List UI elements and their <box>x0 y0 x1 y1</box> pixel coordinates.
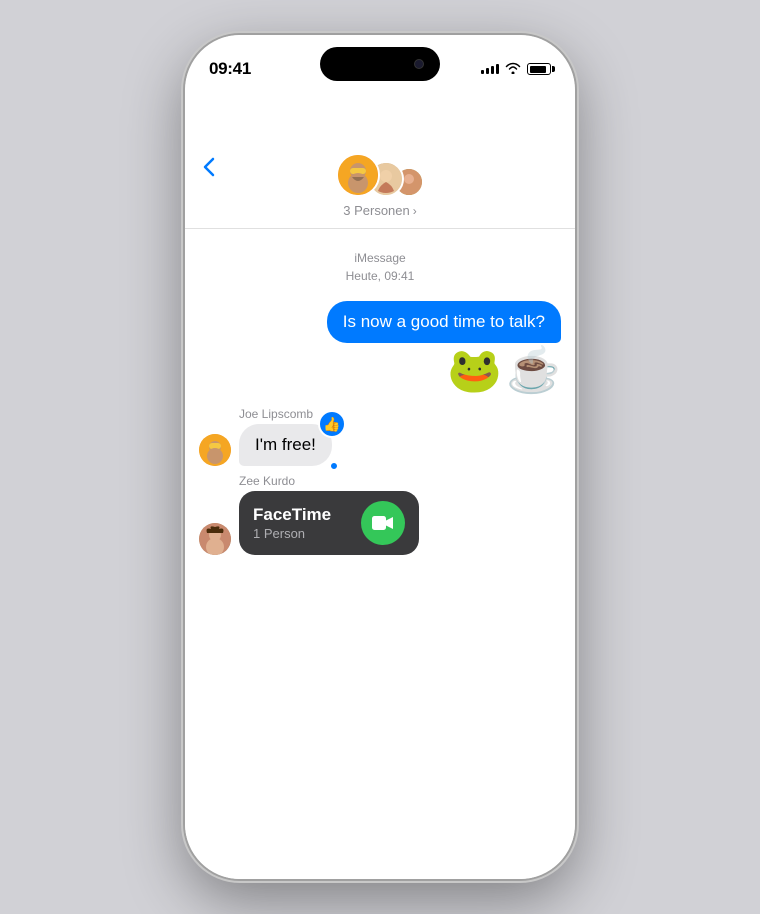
messages-area[interactable]: iMessage Heute, 09:41 Is now a good time… <box>185 229 575 879</box>
sender-joe: Joe Lipscomb <box>239 407 575 421</box>
signal-bar-2 <box>486 68 489 74</box>
imessage-label: iMessage <box>354 251 405 265</box>
timestamp-date: Heute, 09:41 <box>346 269 415 283</box>
status-time: 09:41 <box>209 59 251 79</box>
incoming-message-zee: FaceTime 1 Person <box>185 491 575 555</box>
bubble-joe[interactable]: I'm free! 👍 <box>239 424 332 466</box>
group-chevron: › <box>413 204 417 218</box>
signal-bar-1 <box>481 70 484 74</box>
emoji-coffee: ☕ <box>506 349 561 393</box>
timestamp-label: iMessage Heute, 09:41 <box>185 249 575 285</box>
emoji-stickers-row: 🐸 ☕ <box>185 349 575 393</box>
tapback-thumbsup: 👍 <box>318 410 346 438</box>
incoming-message-joe: I'm free! 👍 <box>185 424 575 466</box>
signal-bars <box>481 64 499 74</box>
avatar-joe-sm <box>199 434 231 466</box>
emoji-frog: 🐸 <box>447 349 502 393</box>
back-button[interactable] <box>203 157 215 177</box>
nav-header: 3 Personen › <box>185 89 575 229</box>
group-avatars <box>336 153 424 197</box>
status-icons <box>481 61 551 77</box>
tapback-dot <box>330 462 338 470</box>
facetime-subtitle: 1 Person <box>253 526 349 541</box>
outgoing-message: Is now a good time to talk? <box>185 301 575 343</box>
screen: 09:41 <box>185 35 575 879</box>
bubble-facetime[interactable]: FaceTime 1 Person <box>239 491 419 555</box>
bubble-out-text[interactable]: Is now a good time to talk? <box>327 301 561 343</box>
signal-bar-4 <box>496 64 499 74</box>
battery-icon <box>527 63 551 75</box>
avatar-joe <box>336 153 380 197</box>
sender-zee: Zee Kurdo <box>239 474 575 488</box>
avatar-zee-sm <box>199 523 231 555</box>
wifi-icon <box>505 61 521 77</box>
facetime-text-block: FaceTime 1 Person <box>253 505 349 541</box>
dynamic-island <box>320 47 440 81</box>
signal-bar-3 <box>491 66 494 74</box>
phone-frame: 09:41 <box>185 35 575 879</box>
facetime-title: FaceTime <box>253 505 349 525</box>
front-camera <box>414 59 424 69</box>
joe-message-text: I'm free! <box>255 435 316 454</box>
facetime-join-button[interactable] <box>361 501 405 545</box>
group-title[interactable]: 3 Personen › <box>343 203 417 218</box>
group-name-label: 3 Personen <box>343 203 410 218</box>
